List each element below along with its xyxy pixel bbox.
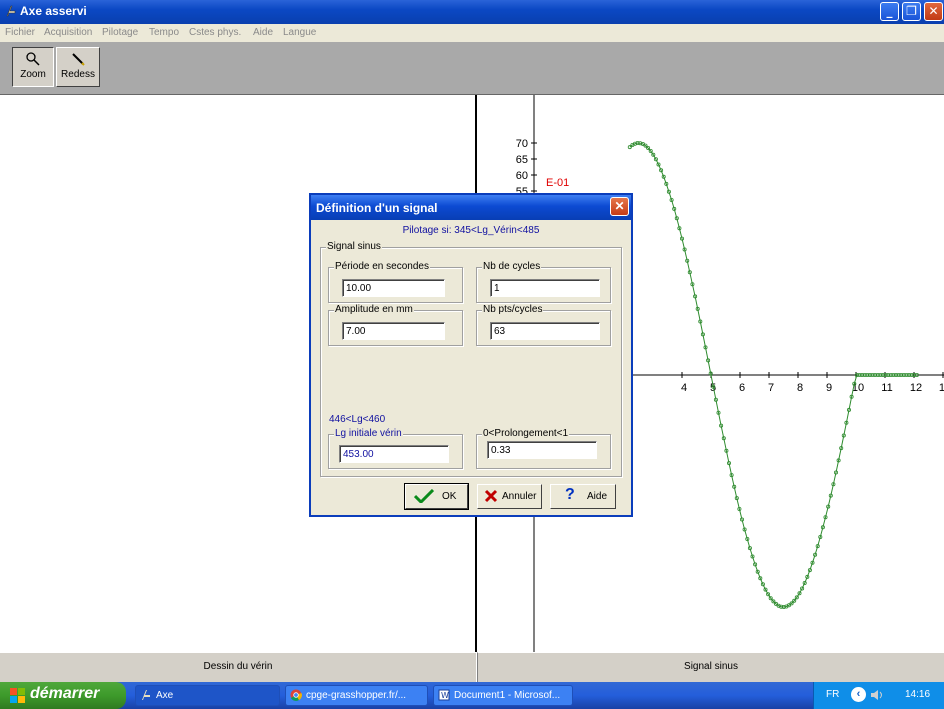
signal-definition-dialog: Définition d'un signal ✕ Pilotage si: 34…: [309, 193, 633, 517]
cancel-button[interactable]: Annuler: [477, 484, 542, 509]
lg-range-label: 446<Lg<460: [329, 414, 386, 425]
taskbar: démarrer Axe cpge-grasshopper.fr/... W D…: [0, 682, 944, 709]
menu-fichier[interactable]: Fichier: [5, 27, 35, 38]
magnifier-icon: [26, 52, 40, 66]
menu-aide[interactable]: Aide: [253, 27, 273, 38]
ok-button[interactable]: OK: [404, 483, 469, 510]
lg-initiale-group: Lg initiale vérin: [328, 428, 463, 469]
signal-sinus-label: Signal sinus: [326, 241, 382, 252]
task-word[interactable]: W Document1 - Microsof...: [433, 685, 573, 706]
menu-acquisition[interactable]: Acquisition: [44, 27, 92, 38]
x-tick-label: 4: [681, 382, 687, 394]
ok-label: OK: [442, 491, 457, 502]
toolbar: Zoom Redess: [0, 42, 944, 95]
lg-initiale-input[interactable]: [339, 445, 449, 463]
lg-initiale-label: Lg initiale vérin: [334, 428, 403, 439]
x-tick-label: 7: [768, 382, 774, 394]
chevron-left-icon[interactable]: ‹: [851, 687, 866, 702]
task-axe-label: Axe: [156, 690, 174, 701]
pts-input[interactable]: [490, 322, 600, 340]
chrome-icon: [290, 689, 302, 701]
menu-pilotage[interactable]: Pilotage: [102, 27, 138, 38]
x-tick-label: 8: [797, 382, 803, 394]
app-icon: [6, 5, 16, 17]
y-tick-label: 60: [516, 170, 528, 182]
x-tick-label: 9: [826, 382, 832, 394]
start-label: démarrer: [30, 685, 100, 702]
cycles-input[interactable]: [490, 279, 600, 297]
windows-logo-icon: [10, 688, 25, 703]
prolongement-input[interactable]: [487, 441, 597, 459]
status-right: Signal sinus: [477, 652, 944, 682]
menu-cstes-phys[interactable]: Cstes phys.: [189, 27, 241, 38]
zoom-label: Zoom: [20, 69, 46, 80]
task-word-label: Document1 - Microsof...: [454, 690, 561, 701]
cross-icon: [484, 489, 498, 503]
zoom-button[interactable]: Zoom: [12, 47, 54, 87]
help-question-icon: ?: [565, 486, 575, 503]
amplitude-input[interactable]: [342, 322, 445, 340]
redess-button[interactable]: Redess: [56, 47, 100, 87]
x-tick-label: 13: [939, 382, 944, 394]
pts-group: Nb pts/cycles: [476, 304, 611, 346]
pts-label: Nb pts/cycles: [482, 304, 544, 315]
cancel-label: Annuler: [502, 491, 537, 502]
redess-label: Redess: [61, 69, 95, 80]
help-button[interactable]: ? Aide: [550, 484, 616, 509]
pilotage-info: Pilotage si: 345<Lg_Vérin<485: [402, 225, 540, 236]
periode-label: Période en secondes: [334, 261, 430, 272]
maximize-button[interactable]: ❐: [902, 2, 921, 21]
svg-text:W: W: [441, 691, 449, 700]
task-browser-label: cpge-grasshopper.fr/...: [306, 690, 407, 701]
menu-bar: Fichier Acquisition Pilotage Tempo Cstes…: [0, 24, 944, 42]
amplitude-group: Amplitude en mm: [328, 304, 463, 346]
chart-annotation: E-01: [546, 177, 569, 189]
help-label: Aide: [587, 491, 608, 502]
x-tick-label: 12: [910, 382, 922, 394]
y-tick-label: 70: [516, 138, 528, 150]
window-titlebar[interactable]: Axe asservi _ ❐ ✕: [0, 0, 944, 24]
task-axe[interactable]: Axe: [135, 685, 280, 706]
menu-tempo[interactable]: Tempo: [149, 27, 179, 38]
cycles-label: Nb de cycles: [482, 261, 542, 272]
periode-input[interactable]: [342, 279, 445, 297]
prolongement-label: 0<Prolongement<1: [482, 428, 570, 439]
dialog-title: Définition d'un signal: [316, 201, 438, 215]
y-tick-label: 65: [516, 154, 528, 166]
system-tray: FR ‹ 14:16: [813, 682, 944, 709]
cycles-group: Nb de cycles: [476, 261, 611, 303]
language-indicator[interactable]: FR: [826, 689, 839, 700]
x-tick-label: 6: [739, 382, 745, 394]
signal-sinus-group: Signal sinus Période en secondes Nb de c…: [320, 241, 622, 477]
minimize-button[interactable]: _: [880, 2, 899, 21]
clock: 14:16: [905, 689, 931, 700]
task-browser[interactable]: cpge-grasshopper.fr/...: [285, 685, 428, 706]
close-button[interactable]: ✕: [924, 2, 943, 21]
x-tick-label: 11: [881, 382, 892, 394]
status-left: Dessin du vérin: [0, 652, 476, 682]
speaker-icon[interactable]: [870, 689, 886, 701]
dialog-close-button[interactable]: ✕: [610, 197, 629, 216]
periode-group: Période en secondes: [328, 261, 463, 303]
app-icon: [142, 690, 150, 700]
prolongement-group: 0<Prolongement<1: [476, 428, 611, 469]
start-button[interactable]: démarrer: [0, 682, 126, 709]
word-document-icon: W: [438, 689, 450, 701]
checkmark-icon: [414, 489, 434, 503]
dialog-titlebar[interactable]: Définition d'un signal ✕: [311, 195, 631, 220]
menu-langue[interactable]: Langue: [283, 27, 316, 38]
amplitude-label: Amplitude en mm: [334, 304, 414, 315]
pencil-icon: [72, 53, 85, 66]
window-title: Axe asservi: [20, 4, 87, 18]
